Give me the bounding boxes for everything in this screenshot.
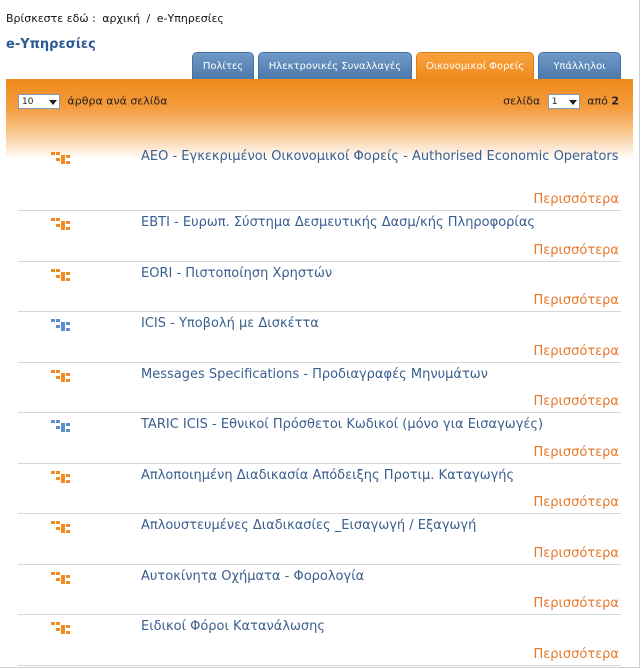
more-link[interactable]: Περισσότερα (533, 293, 619, 308)
per-page-select[interactable]: 10 (18, 94, 60, 109)
item-title-link[interactable]: EBTI - Ευρωπ. Σύστημα Δεσμευτικής Δασμ/κ… (141, 215, 619, 231)
breadcrumb-current: e-Υπηρεσίες (156, 12, 224, 25)
tab-employees[interactable]: Υπάλληλοι (538, 52, 621, 79)
list-item: AEO - Εγκεκριμένοι Οικονομικοί Φορείς - … (18, 145, 621, 211)
item-title-link[interactable]: AEO - Εγκεκριμένοι Οικονομικοί Φορείς - … (141, 149, 619, 165)
tab-electronic-transactions[interactable]: Ηλεκτρονικές Συναλλαγές (258, 52, 412, 79)
item-title-link[interactable]: ICIS - Υποβολή με Δισκέττα (141, 316, 619, 332)
page-select[interactable]: 1 (547, 94, 580, 109)
list-item: Αυτοκίνητα Οχήματα - Φορολογία Περισσότερ… (18, 565, 621, 615)
grid-bullet-icon (51, 369, 73, 383)
chevron-down-icon (49, 100, 57, 105)
per-page-control: 10 άρθρα ανά σελίδα (18, 94, 167, 109)
item-title-link[interactable]: EORI - Πιστοποίηση Χρηστών (141, 266, 619, 282)
more-link[interactable]: Περισσότερα (533, 495, 619, 510)
chevron-down-icon (568, 100, 577, 105)
breadcrumb-home-link[interactable]: αρχική (102, 12, 140, 25)
grid-bullet-icon (51, 217, 73, 231)
total-pages: 2 (611, 94, 619, 108)
list-item: EORI - Πιστοποίηση Χρηστών Περισσότερα (18, 262, 621, 312)
list-item: Απλοποιημένη Διαδικασία Απόδειξης Προτιμ… (18, 464, 621, 514)
pager: σελίδα 1 από 2 (503, 94, 619, 109)
breadcrumb-prefix: Βρίσκεστε εδώ : (6, 12, 96, 25)
more-link[interactable]: Περισσότερα (533, 243, 619, 258)
tab-economic-operators[interactable]: Οικονομικοί Φορείς (416, 52, 534, 79)
page-select-value: 1 (551, 97, 558, 107)
more-link[interactable]: Περισσότερα (533, 596, 619, 611)
grid-bullet-icon (51, 571, 73, 585)
per-page-select-value: 10 (22, 97, 34, 107)
of-label: από (587, 94, 608, 108)
list-item: Messages Specifications - Προδιαγραφές Μ… (18, 363, 621, 413)
item-title-link[interactable]: TARIC ICIS - Εθνικοί Πρόσθετοι Κωδικοί (… (141, 417, 619, 433)
list-item: EBTI - Ευρωπ. Σύστημα Δεσμευτικής Δασμ/κ… (18, 211, 621, 262)
grid-bullet-icon (51, 621, 73, 635)
grid-bullet-icon (51, 419, 73, 433)
more-link[interactable]: Περισσότερα (533, 192, 619, 207)
more-link[interactable]: Περισσότερα (533, 647, 619, 662)
breadcrumb-separator: / (146, 12, 151, 25)
more-link[interactable]: Περισσότερα (533, 546, 619, 561)
more-link[interactable]: Περισσότερα (533, 394, 619, 409)
more-link[interactable]: Περισσότερα (533, 344, 619, 359)
list-item: Απλουστευμένες Διαδικασίες _Εισαγωγή / Ε… (18, 514, 621, 565)
per-page-label: άρθρα ανά σελίδα (67, 94, 168, 108)
page-label: σελίδα (503, 94, 541, 108)
grid-bullet-icon (51, 151, 73, 165)
item-title-link[interactable]: Αυτοκίνητα Οχήματα - Φορολογία (141, 569, 619, 585)
list-item: TARIC ICIS - Εθνικοί Πρόσθετοι Κωδικοί (… (18, 413, 621, 464)
page-title: e-Υπηρεσίες (6, 37, 96, 52)
item-title-link[interactable]: Απλουστευμένες Διαδικασίες _Εισαγωγή / Ε… (141, 518, 619, 534)
grid-bullet-icon (51, 470, 73, 484)
service-list: AEO - Εγκεκριμένοι Οικονομικοί Φορείς - … (18, 145, 621, 666)
more-link[interactable]: Περισσότερα (533, 445, 619, 460)
list-item: Ειδικοί Φόροι Κατανάλωσης Περισσότερα (18, 615, 621, 666)
grid-bullet-icon (51, 268, 73, 282)
item-title-link[interactable]: Ειδικοί Φόροι Κατανάλωσης (141, 619, 619, 635)
grid-bullet-icon (51, 318, 73, 332)
tab-citizens[interactable]: Πολίτες (192, 52, 254, 79)
tab-bar: Πολίτες Ηλεκτρονικές Συναλλαγές Οικονομι… (0, 52, 641, 79)
list-item: ICIS - Υποβολή με Δισκέττα Περισσότερα (18, 312, 621, 363)
item-title-link[interactable]: Απλοποιημένη Διαδικασία Απόδειξης Προτιμ… (141, 468, 619, 484)
item-title-link[interactable]: Messages Specifications - Προδιαγραφές Μ… (141, 367, 619, 383)
breadcrumb: Βρίσκεστε εδώ : αρχική / e-Υπηρεσίες (6, 12, 227, 25)
grid-bullet-icon (51, 520, 73, 534)
